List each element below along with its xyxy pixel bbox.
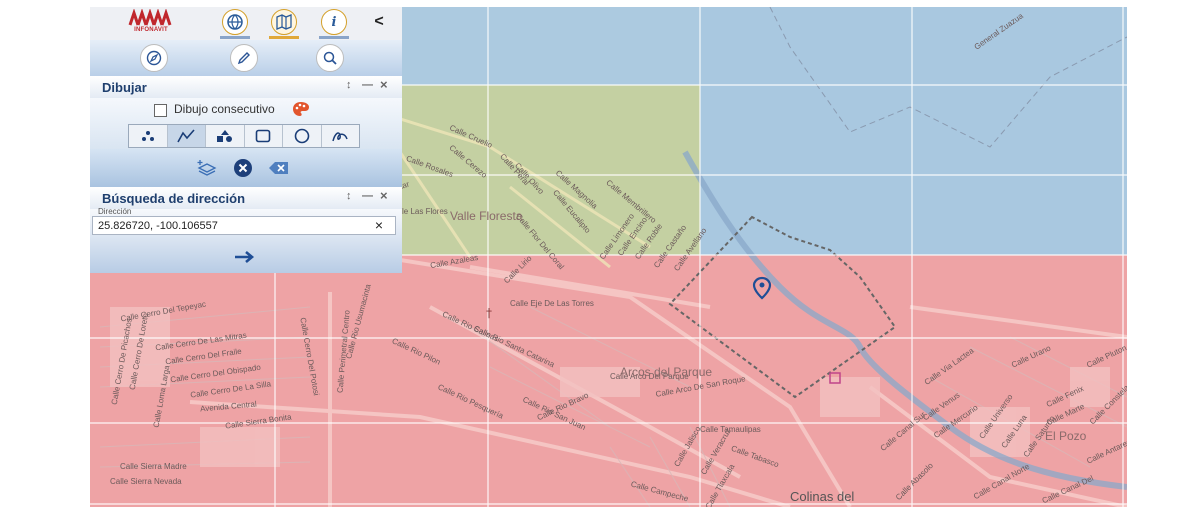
arrow-right-icon: [235, 251, 255, 263]
address-field-label: Dirección: [98, 207, 132, 216]
layers-add-icon: [197, 160, 217, 176]
circle-icon: [294, 128, 310, 144]
clear-input-icon[interactable]: ×: [375, 217, 383, 233]
draw-panel-body: Dibujo consecutivo: [90, 98, 402, 149]
draw-actions-bar: [90, 149, 402, 187]
draw-circle-button[interactable]: [283, 125, 322, 147]
x-circle-icon: [234, 159, 252, 177]
shape-toolbar: [128, 124, 360, 148]
navigate-button[interactable]: [140, 44, 168, 72]
search-panel-header: Búsqueda de dirección ↕ — ×: [90, 187, 402, 209]
top-bar: INFONAVIT i <: [90, 7, 402, 41]
tool-row: [90, 40, 402, 77]
address-field[interactable]: ×: [92, 216, 396, 235]
search-panel-body: Dirección ×: [90, 207, 402, 273]
tool-panel: INFONAVIT i < Dibujar ↕ — × Dibujo conse…: [90, 7, 402, 273]
consecutive-draw-label: Dibujo consecutivo: [174, 102, 275, 116]
info-button[interactable]: i: [321, 9, 347, 35]
info-icon: i: [331, 14, 337, 30]
poi-church-icon: †: [486, 306, 492, 320]
consecutive-draw-checkbox[interactable]: [154, 104, 167, 117]
zone-blue-right: [700, 7, 1127, 255]
info-button-underline: [319, 36, 349, 39]
backspace-icon: [269, 162, 288, 174]
close-search-panel-icon[interactable]: ×: [380, 188, 388, 203]
draw-rectangle-button[interactable]: [245, 125, 283, 147]
draw-panel-title: Dibujar: [102, 80, 147, 95]
globe-icon: [227, 14, 243, 30]
draw-polyline-button[interactable]: [167, 125, 206, 147]
polyline-icon: [177, 129, 195, 143]
add-layer-button[interactable]: [196, 158, 218, 178]
magnifier-icon: [323, 51, 337, 65]
draw-panel-header: Dibujar ↕ — ×: [90, 76, 402, 98]
minimize-search-panel-icon[interactable]: —: [362, 190, 373, 202]
move-panel-icon[interactable]: ↕: [346, 79, 352, 91]
search-panel-title: Búsqueda de dirección: [102, 191, 246, 206]
globe-button-underline: [220, 36, 250, 39]
compass-icon: [146, 50, 162, 66]
draw-point-button[interactable]: [129, 125, 168, 147]
address-input[interactable]: [98, 218, 358, 233]
draw-shapes-button[interactable]: [206, 125, 245, 147]
minimize-panel-icon[interactable]: —: [362, 79, 373, 91]
pencil-icon: [237, 52, 250, 65]
map-grid-button[interactable]: [271, 9, 297, 35]
draw-button[interactable]: [230, 44, 258, 72]
map-grid-icon: [276, 14, 292, 30]
search-go-button[interactable]: [230, 249, 260, 267]
points-icon: [141, 131, 154, 141]
freehand-icon: [332, 132, 348, 142]
globe-button[interactable]: [222, 9, 248, 35]
collapse-panel-button[interactable]: <: [372, 13, 386, 31]
search-tool-button[interactable]: [316, 44, 344, 72]
color-palette-icon[interactable]: [292, 100, 310, 118]
close-panel-icon[interactable]: ×: [380, 77, 388, 92]
move-search-panel-icon[interactable]: ↕: [346, 190, 352, 202]
map-grid-button-underline: [269, 36, 299, 39]
svg-text:†: †: [486, 306, 492, 320]
infonavit-logo: [128, 9, 172, 26]
logo-text: INFONAVIT: [134, 27, 168, 33]
rectangle-icon: [255, 129, 271, 143]
draw-freehand-button[interactable]: [322, 125, 360, 147]
clear-drawing-button[interactable]: [232, 158, 254, 178]
delete-last-button[interactable]: [268, 158, 290, 178]
shapes-icon: [216, 130, 232, 142]
